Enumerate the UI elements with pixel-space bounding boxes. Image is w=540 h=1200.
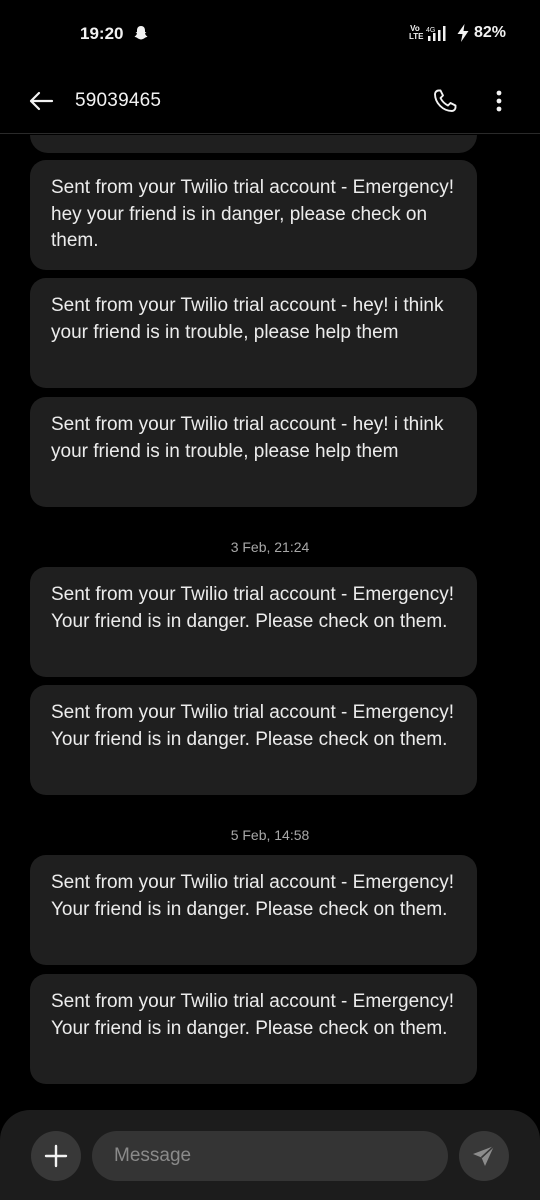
conversation-header: 59039465 (0, 68, 540, 134)
status-bar: 19:20 Vo LTE 4G 82% (0, 0, 540, 68)
add-attachment-button[interactable] (31, 1131, 81, 1181)
battery-percentage: 82% (473, 24, 506, 41)
status-indicators: Vo LTE 4G 82% (409, 24, 506, 42)
signal-icon: 4G (426, 26, 446, 41)
charging-icon (457, 24, 469, 42)
snapchat-ghost-icon (134, 26, 148, 40)
arrow-left-icon[interactable] (28, 88, 54, 114)
message-list[interactable]: Sent from your Twilio trial account - Em… (0, 135, 540, 1110)
phone-icon[interactable] (432, 88, 458, 114)
message-bubble[interactable]: Sent from your Twilio trial account - he… (30, 397, 477, 507)
message-bubble[interactable]: Sent from your Twilio trial account - Em… (30, 974, 477, 1084)
volte-indicator: Vo LTE (408, 24, 424, 41)
message-bubble[interactable]: Sent from your Twilio trial account - Em… (30, 855, 477, 965)
message-composer (0, 1110, 540, 1200)
svg-text:4G: 4G (426, 27, 435, 34)
date-separator: 5 Feb, 14:58 (230, 827, 310, 843)
message-bubble[interactable]: Sent from your Twilio trial account - Em… (30, 567, 477, 677)
message-bubble-partial (30, 135, 477, 153)
send-icon (473, 1145, 495, 1166)
message-bubble[interactable]: Sent from your Twilio trial account - he… (30, 278, 477, 388)
message-input[interactable] (92, 1131, 448, 1181)
message-bubble[interactable]: Sent from your Twilio trial account - Em… (30, 160, 477, 270)
date-separator: 3 Feb, 21:24 (230, 539, 310, 555)
messaging-screen: 19:20 Vo LTE 4G 82% 59039465 Sent from y… (0, 0, 540, 1200)
message-bubble[interactable]: Sent from your Twilio trial account - Em… (30, 685, 477, 795)
plus-icon (44, 1144, 68, 1168)
send-button[interactable] (459, 1131, 509, 1181)
status-time: 19:20 (80, 24, 124, 43)
more-vertical-icon[interactable] (487, 88, 511, 114)
contact-number: 59039465 (75, 90, 162, 111)
